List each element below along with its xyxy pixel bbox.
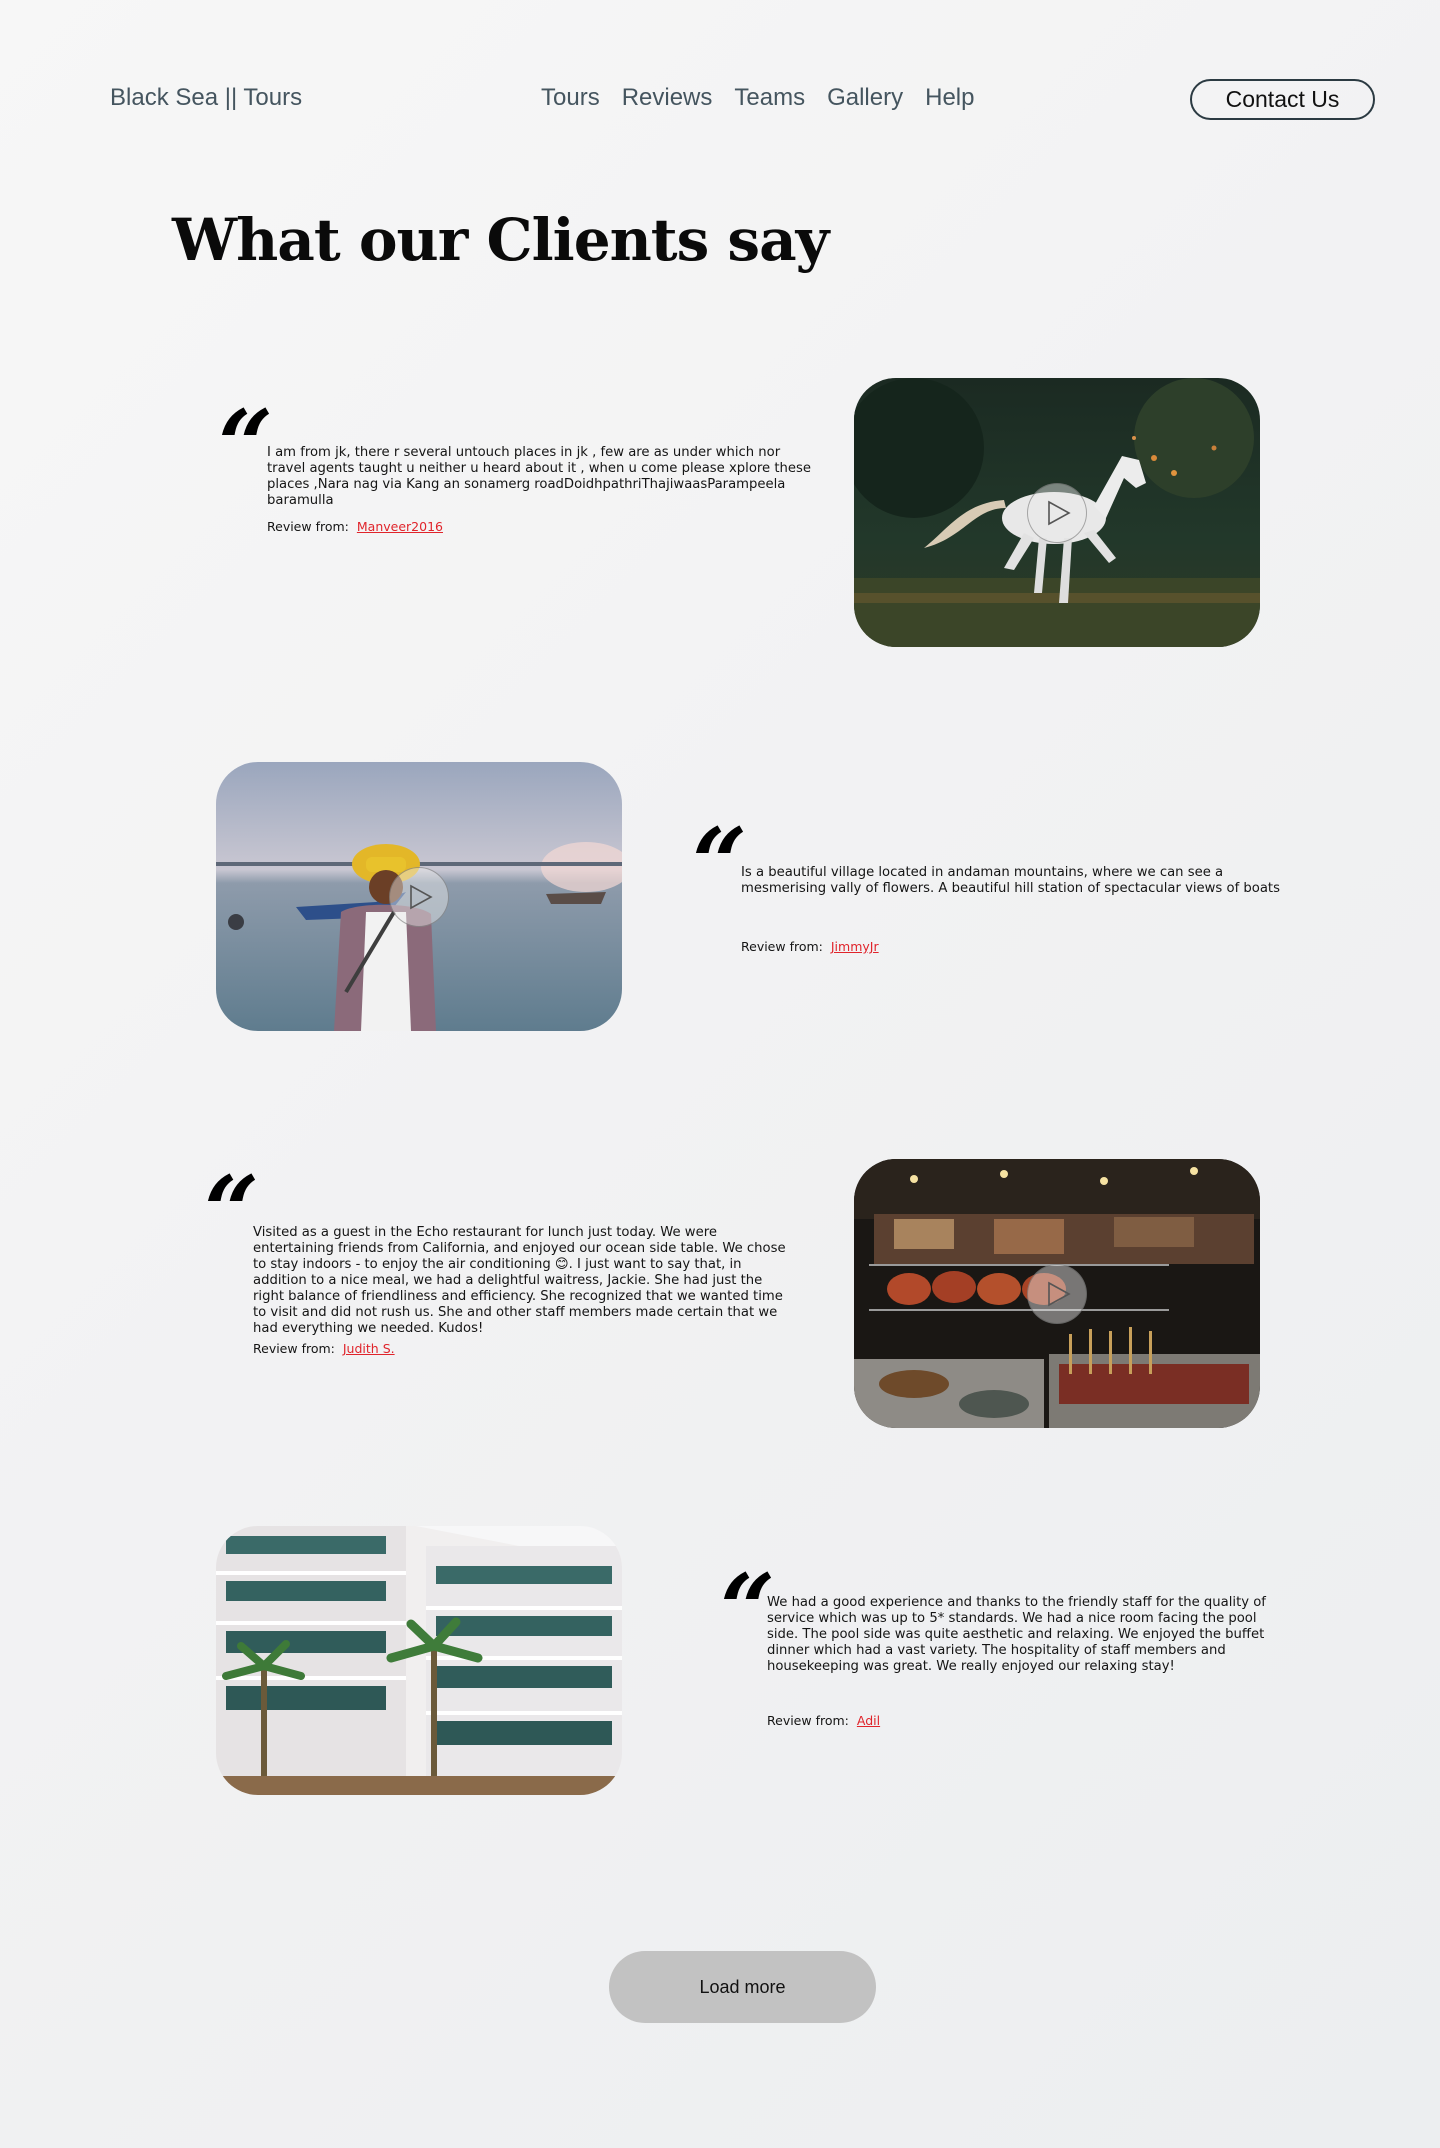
review-from-label: Review from: [767,1713,849,1728]
page-title: What our Clients say [172,206,829,274]
play-icon [1048,500,1071,525]
load-more-button[interactable]: Load more [609,1951,876,2023]
play-video-button[interactable] [389,866,449,927]
review-from-label: Review from: [253,1341,335,1356]
quote-icon: “ [692,807,748,920]
review-from-label: Review from: [741,939,823,954]
review-text: I am from jk, there r several untouch pl… [267,445,811,508]
review-author-link[interactable]: Judith S. [343,1341,395,1356]
review-from: Review from: Judith S. [253,1341,395,1356]
review-text: Is a beautiful village located in andama… [741,865,1280,896]
review-photo[interactable] [216,762,622,1031]
review-from: Review from: Adil [767,1713,880,1728]
review-text: Visited as a guest in the Echo restauran… [253,1225,786,1336]
review-photo[interactable] [854,1159,1260,1428]
review-author-link[interactable]: Manveer2016 [357,519,443,534]
nav-link-teams[interactable]: Teams [734,84,805,112]
quote-icon: “ [218,389,274,502]
review-author-link[interactable]: JimmyJr [831,939,879,954]
play-video-button[interactable] [1027,1263,1087,1324]
main-nav: Tours Reviews Teams Gallery Help [541,84,974,112]
site-logo[interactable]: Black Sea || Tours [110,84,302,112]
nav-link-help[interactable]: Help [925,84,974,112]
review-from: Review from: JimmyJr [741,939,879,954]
play-video-button[interactable] [1027,482,1087,543]
contact-us-button[interactable]: Contact Us [1190,79,1375,120]
review-photo[interactable] [216,1526,622,1795]
play-icon [410,884,433,909]
hotel-icon [216,1526,622,1795]
nav-link-tours[interactable]: Tours [541,84,600,112]
review-author-link[interactable]: Adil [857,1713,880,1728]
play-icon [1048,1281,1071,1306]
quote-icon: “ [204,1155,260,1268]
review-text: We had a good experience and thanks to t… [767,1595,1266,1674]
review-photo[interactable] [854,378,1260,647]
review-from: Review from: Manveer2016 [267,519,443,534]
nav-link-gallery[interactable]: Gallery [827,84,903,112]
nav-link-reviews[interactable]: Reviews [622,84,713,112]
review-from-label: Review from: [267,519,349,534]
